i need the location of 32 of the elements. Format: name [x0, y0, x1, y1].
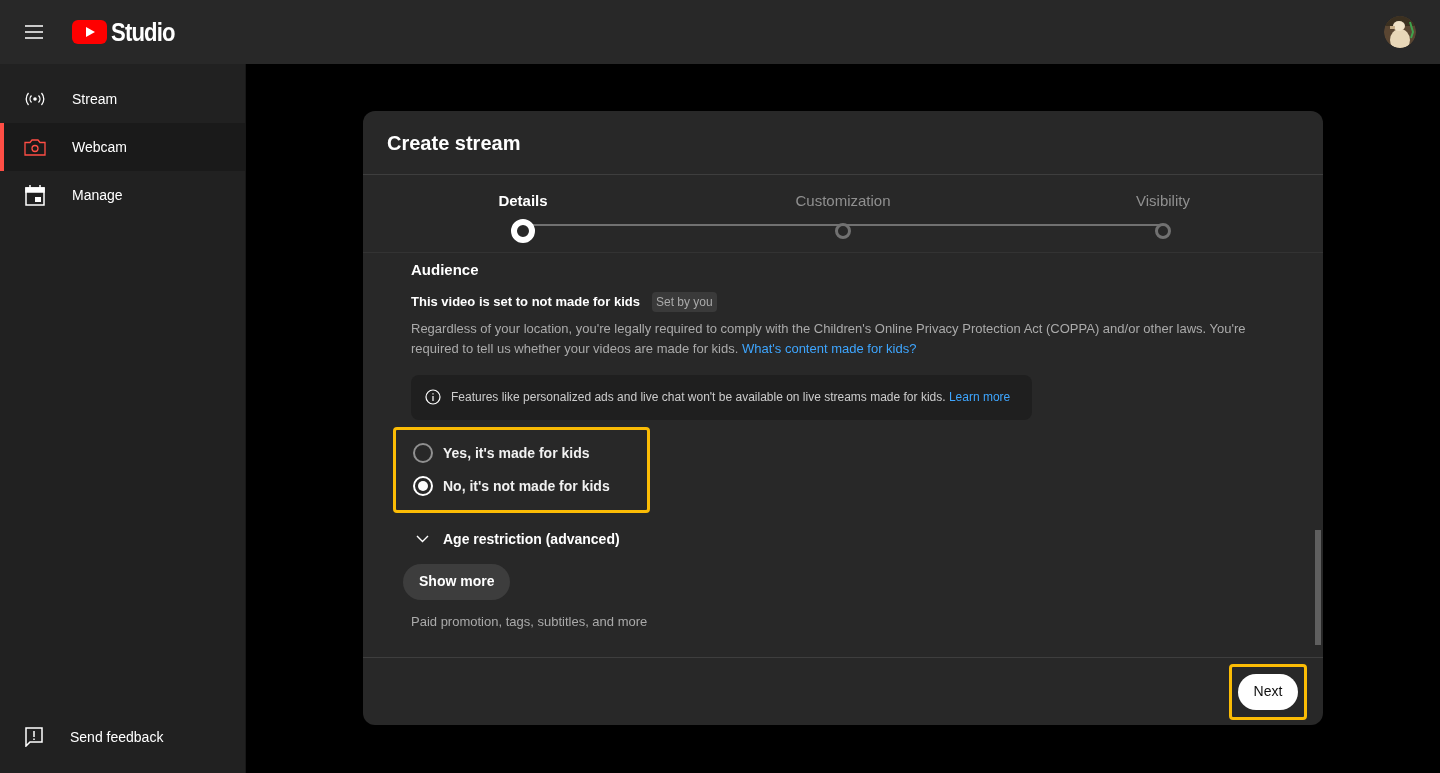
camera-icon [24, 138, 46, 156]
status-badge: Set by you [652, 291, 717, 312]
info-icon [425, 389, 441, 405]
sidebar-item[interactable]: Manage [0, 171, 245, 219]
status-text: This video is set to not made for kids [411, 292, 640, 311]
step-tab[interactable]: Details [363, 175, 683, 252]
menu-icon[interactable] [24, 25, 44, 39]
kids-content-link[interactable]: What's content made for kids? [741, 340, 917, 356]
radio-option[interactable]: Yes, it's made for kids [413, 442, 647, 464]
next-button[interactable]: Next [1237, 673, 1299, 710]
sidebar-item[interactable]: Webcam [0, 123, 245, 171]
step-tab[interactable]: Customization [683, 175, 1003, 252]
play-logo-icon [72, 20, 107, 44]
broadcast-icon [24, 92, 46, 106]
feedback-icon [24, 727, 44, 747]
logo-text: Studio [111, 15, 175, 49]
age-restriction-toggle[interactable]: Age restriction (advanced) [416, 528, 620, 550]
section-heading: Audience [411, 260, 479, 280]
scrollbar-thumb[interactable] [1315, 530, 1321, 645]
radio-option[interactable]: No, it's not made for kids [413, 475, 647, 497]
chevron-icon [416, 535, 429, 543]
dialog-title: Create stream [387, 130, 521, 156]
learn-more-link[interactable]: Learn more [948, 390, 1011, 404]
feedback-item[interactable]: Send feedback [0, 713, 245, 761]
coppa-description: Regardless of your location, you're legally required to comply with the Children's Online Privacy Protection Act (COPPA) and/or other laws. You're required to tell us whether your videos are made for kids. What's content made for kids? [411, 319, 1247, 358]
calendar-icon [25, 184, 45, 206]
radio-button[interactable] [413, 443, 433, 463]
step-tab[interactable]: Visibility [1003, 175, 1323, 252]
show-more-hint: Paid promotion, tags, subtitles, and more [411, 612, 648, 631]
notice-text: Features like personalized ads and live chat won't be available on live streams made for kids. Learn more [451, 389, 1011, 406]
show-more-button[interactable]: Show more [403, 563, 511, 600]
sidebar-item[interactable]: Stream [0, 75, 245, 123]
